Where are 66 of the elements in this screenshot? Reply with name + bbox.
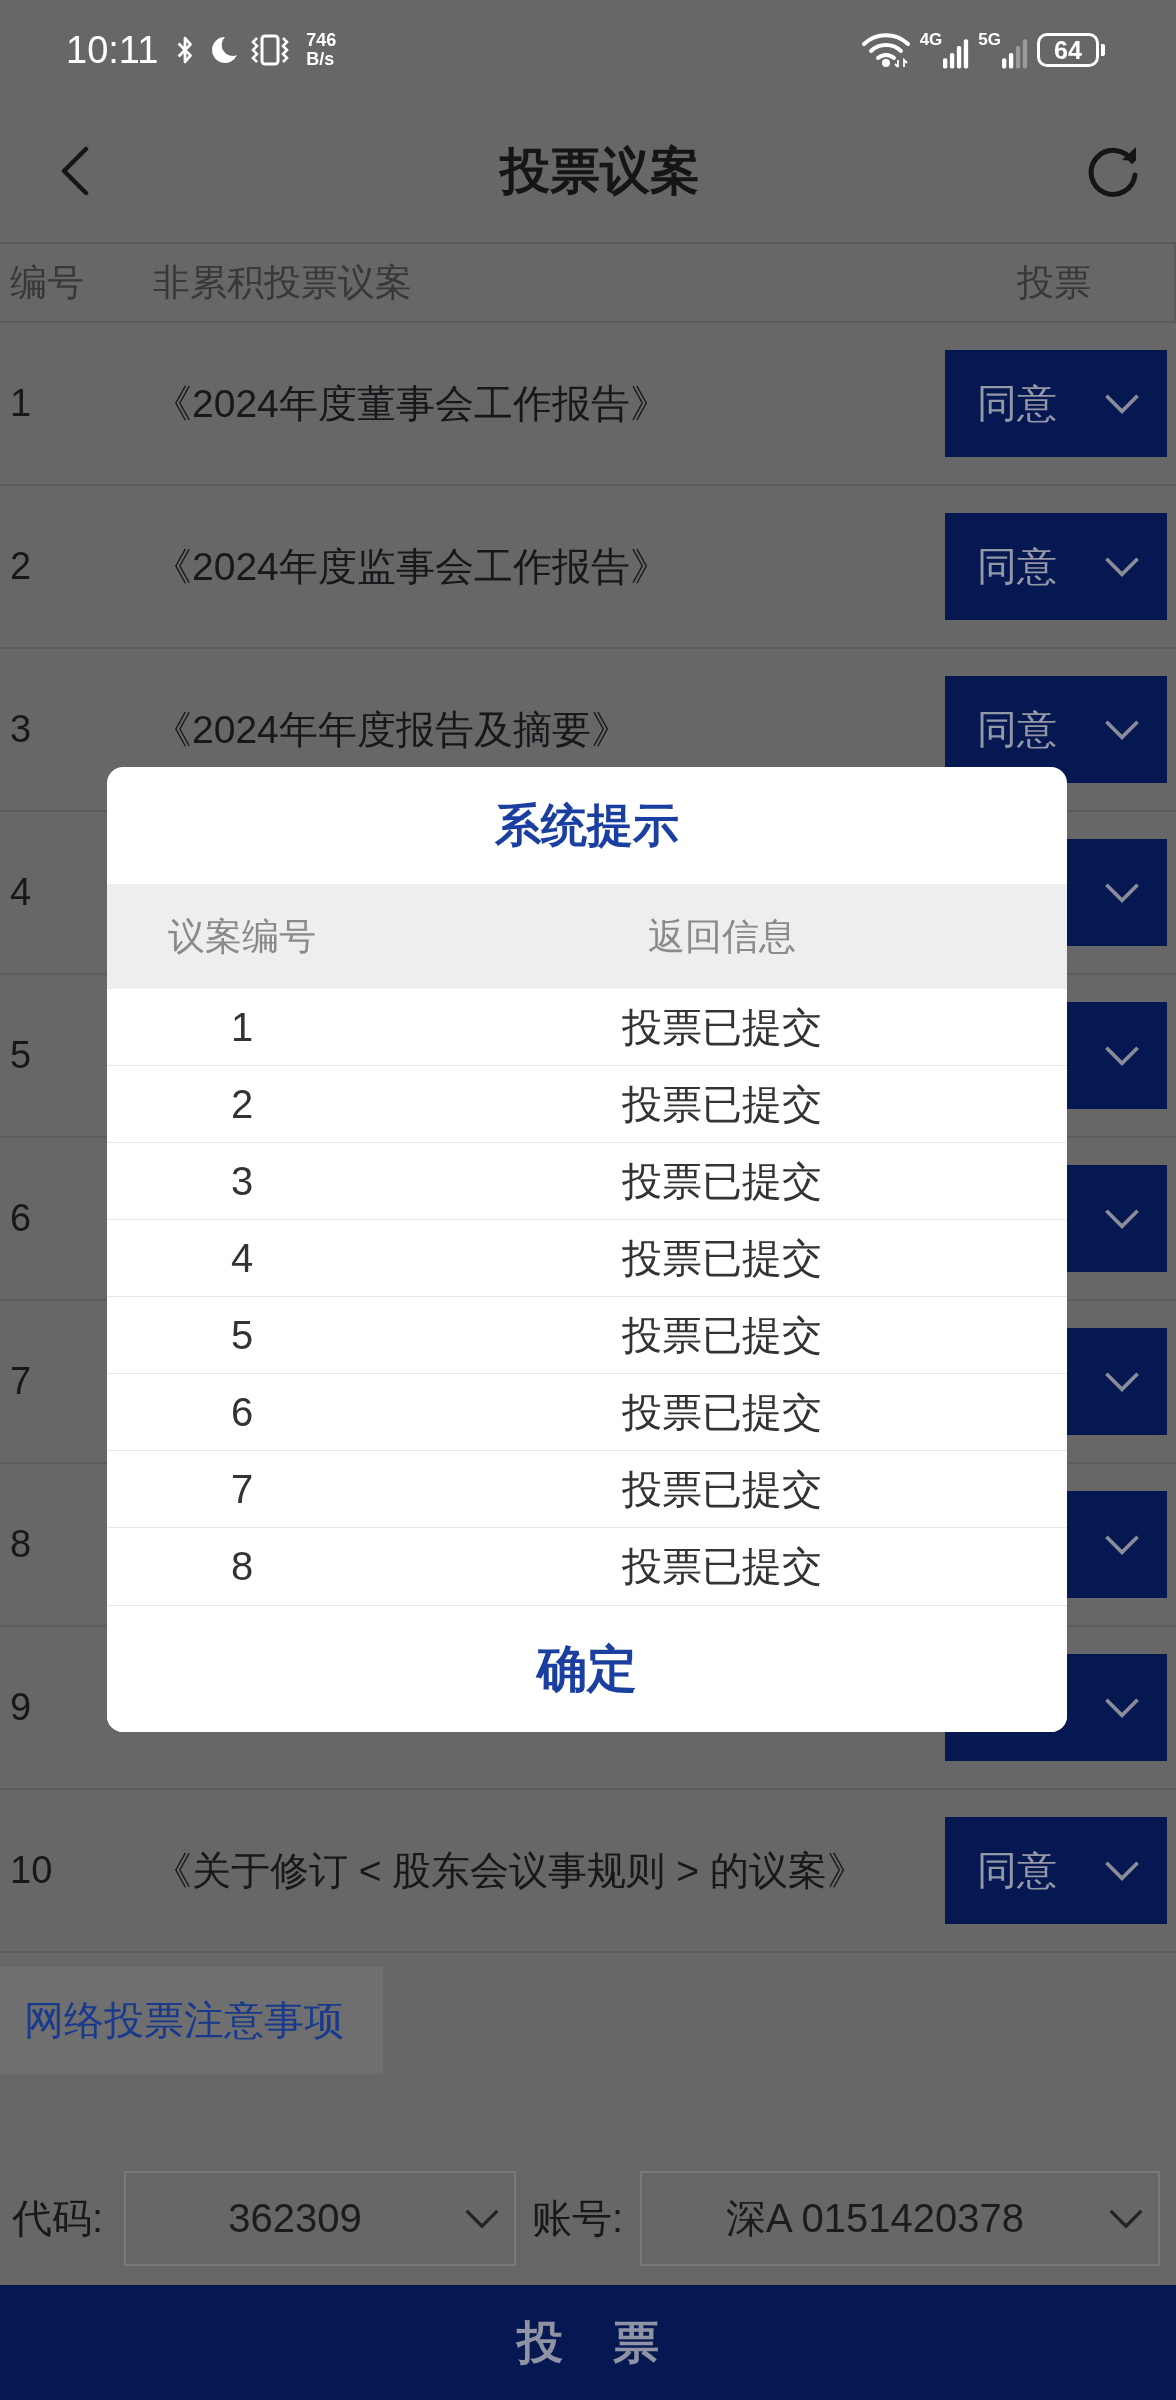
proposal-number: 6 xyxy=(230,1389,254,1434)
proposal-title: 《2024年度董事会工作报告》 xyxy=(153,381,669,425)
confirm-button[interactable]: 确定 xyxy=(107,1605,1067,1732)
row-number: 3 xyxy=(9,708,33,751)
refresh-icon[interactable] xyxy=(1086,144,1140,198)
battery-level-text: 64 xyxy=(1054,37,1082,63)
proposal-number: 2 xyxy=(230,1081,254,1126)
page-title: 投票议案 xyxy=(500,141,700,201)
row-number: 8 xyxy=(9,1523,33,1566)
chevron-down-icon xyxy=(1103,1044,1141,1067)
selector-label: 代码: xyxy=(12,2195,105,2242)
return-message: 投票已提交 xyxy=(622,1004,822,1049)
row-number: 2 xyxy=(9,545,33,588)
chevron-down-icon xyxy=(1103,555,1141,578)
chevron-down-icon xyxy=(464,2207,500,2230)
wifi-icon xyxy=(860,32,911,68)
row-number: 4 xyxy=(9,871,33,914)
column-header: 议案编号 xyxy=(167,914,317,959)
vote-submit-button[interactable]: 投 票 xyxy=(0,2285,1176,2400)
chevron-down-icon xyxy=(1103,1696,1141,1719)
chevron-down-icon xyxy=(1103,1533,1141,1556)
chevron-down-icon xyxy=(1103,1370,1141,1393)
return-message: 投票已提交 xyxy=(622,1312,822,1357)
proposal-number: 8 xyxy=(230,1544,254,1588)
return-message: 投票已提交 xyxy=(622,1235,822,1280)
vote-select[interactable]: 同意 xyxy=(945,350,1167,457)
row-number: 10 xyxy=(9,1849,54,1892)
row-number: 7 xyxy=(9,1360,33,1403)
dialog-title: 系统提示 xyxy=(494,797,680,853)
net-speed-unit: B/s xyxy=(306,50,336,69)
vote-select[interactable]: 同意 xyxy=(945,676,1167,783)
return-message: 投票已提交 xyxy=(622,1158,822,1203)
proposal-title: 《2024年年度报告及摘要》 xyxy=(153,707,630,751)
selector-label: 账号: xyxy=(532,2195,625,2242)
chevron-down-icon xyxy=(1103,392,1141,415)
status-time: 10:11 xyxy=(66,28,159,72)
proposal-number: 1 xyxy=(230,1004,254,1049)
net-speed-value: 746 xyxy=(306,31,337,50)
chevron-down-icon xyxy=(1103,881,1141,904)
proposal-number: 7 xyxy=(230,1466,254,1511)
back-icon[interactable] xyxy=(60,146,90,196)
dropdown-select[interactable]: 362309 xyxy=(124,2171,516,2266)
proposal-title: 《关于修订 < 股东会议事规则 > 的议案》 xyxy=(153,1848,866,1892)
return-message: 投票已提交 xyxy=(622,1081,822,1126)
chevron-down-icon xyxy=(1103,1859,1141,1882)
return-message: 投票已提交 xyxy=(622,1389,822,1434)
row-number: 5 xyxy=(9,1034,33,1077)
proposal-title: 《2024年度监事会工作报告》 xyxy=(153,544,669,588)
return-message: 投票已提交 xyxy=(622,1544,822,1588)
proposal-number: 5 xyxy=(230,1312,254,1357)
network-type-label: 5G xyxy=(978,31,1001,48)
dropdown-select[interactable]: 深A 0151420378 xyxy=(640,2171,1160,2266)
row-number: 9 xyxy=(9,1686,33,1729)
chevron-down-icon xyxy=(1103,1207,1141,1230)
row-number: 1 xyxy=(9,382,33,425)
network-type-label: 4G xyxy=(919,31,943,48)
return-message: 投票已提交 xyxy=(622,1466,822,1511)
vibrate-icon xyxy=(250,32,291,68)
vote-select[interactable]: 同意 xyxy=(945,1817,1167,1924)
proposal-number: 4 xyxy=(230,1235,254,1280)
vote-select[interactable]: 同意 xyxy=(945,513,1167,620)
chevron-down-icon xyxy=(1108,2207,1144,2230)
chevron-down-icon xyxy=(1103,718,1141,741)
row-number: 6 xyxy=(9,1197,33,1240)
proposal-number: 3 xyxy=(230,1158,254,1203)
column-header: 返回信息 xyxy=(647,914,797,959)
